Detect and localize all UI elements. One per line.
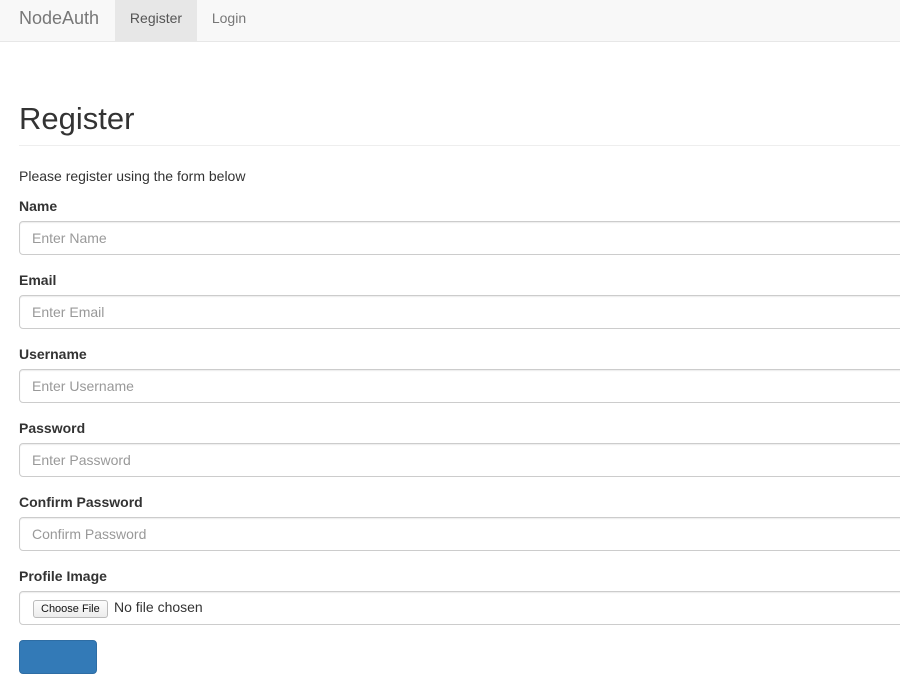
brand-link[interactable]: NodeAuth (19, 8, 99, 28)
nav-login[interactable]: Login (197, 0, 261, 42)
profile-image-label: Profile Image (19, 568, 107, 584)
choose-file-button[interactable]: Choose File (33, 600, 108, 618)
intro-text: Please register using the form below (19, 168, 246, 184)
file-status-text: No file chosen (114, 599, 203, 615)
submit-button[interactable] (19, 640, 97, 674)
top-navbar: NodeAuth Register Login (0, 0, 900, 42)
nav-register[interactable]: Register (115, 0, 197, 42)
password-label: Password (19, 420, 86, 436)
username-label: Username (19, 346, 87, 362)
name-label: Name (19, 198, 58, 214)
confirm-password-input[interactable] (19, 517, 900, 551)
confirm-password-label: Confirm Password (19, 494, 143, 510)
password-input[interactable] (19, 443, 900, 477)
email-label: Email (19, 272, 57, 288)
page-title: Register (19, 101, 135, 136)
name-input[interactable] (19, 221, 900, 255)
profile-image-field: Choose File No file chosen (19, 591, 900, 625)
username-input[interactable] (19, 369, 900, 403)
email-input[interactable] (19, 295, 900, 329)
title-divider (19, 145, 900, 146)
